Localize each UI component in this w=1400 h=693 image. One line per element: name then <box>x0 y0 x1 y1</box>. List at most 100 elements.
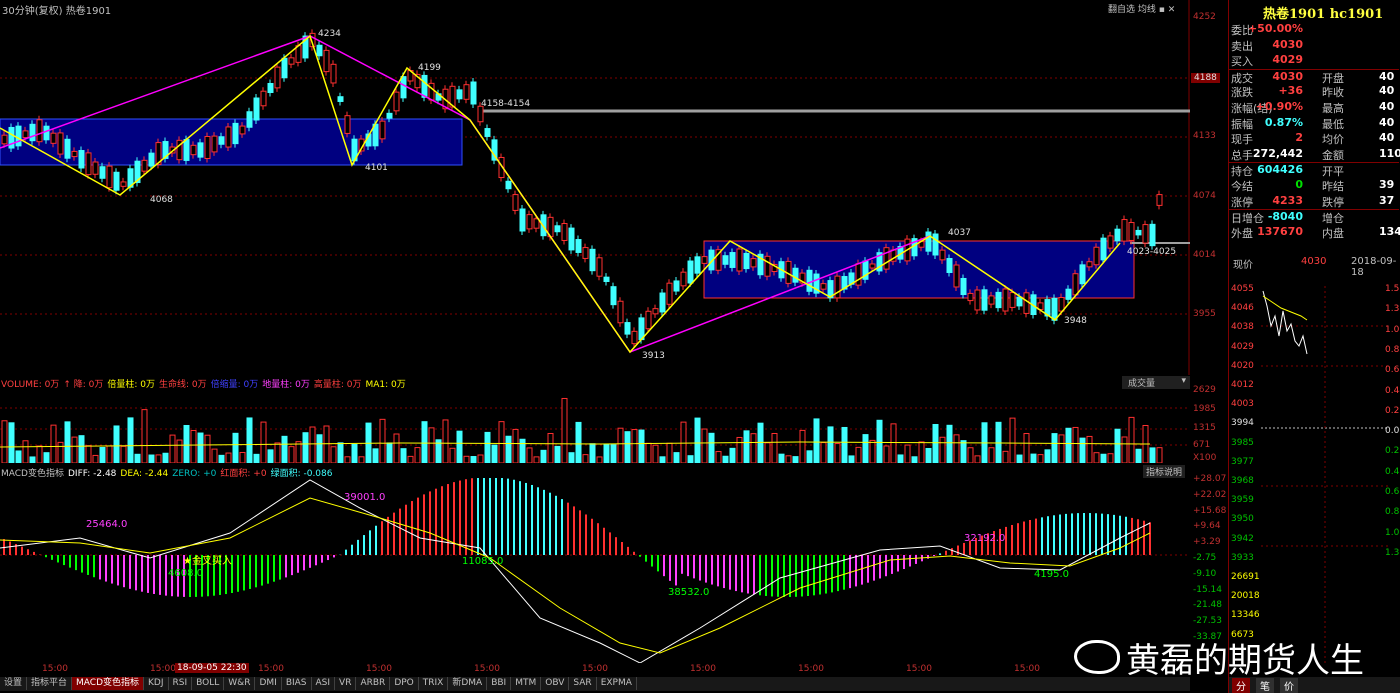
candle <box>274 66 281 89</box>
mini-right-tick: 0.21 <box>1385 446 1400 457</box>
tab-12[interactable]: DPO <box>390 677 419 690</box>
candle <box>680 271 687 287</box>
volume-bar <box>1065 427 1072 463</box>
macd-bar <box>315 555 317 566</box>
volume-bar <box>694 417 701 463</box>
chart-area[interactable]: 30分钟(复权) 热卷1901 翻自选 均线 ▪ ✕ 4234 4199 406… <box>0 0 1226 693</box>
weibo-logo-icon <box>1074 640 1120 674</box>
quote-row: 今结 0 昨结 39 <box>1229 178 1399 193</box>
candle <box>1086 261 1093 268</box>
mini-left-tick: 20018 <box>1231 591 1260 602</box>
price-chart[interactable] <box>0 0 1190 375</box>
tab-4[interactable]: RSI <box>169 677 193 690</box>
quote-key2: 昨结 <box>1322 180 1344 193</box>
volume-bar <box>547 432 554 463</box>
macd-bar <box>1137 519 1139 555</box>
volume-bar <box>582 454 589 463</box>
tab-9[interactable]: ASI <box>312 677 336 690</box>
vol-tick: 2629 <box>1193 385 1216 395</box>
macd-bar <box>87 555 89 575</box>
macd-bar <box>639 555 641 557</box>
volume-bar <box>729 447 736 463</box>
tab-5[interactable]: BOLL <box>192 677 225 690</box>
mini-chart[interactable] <box>1261 286 1389 666</box>
volume-bar <box>1023 433 1030 463</box>
candle <box>197 142 204 158</box>
tab-2[interactable]: MACD变色指标 <box>72 677 145 690</box>
candle <box>505 180 512 190</box>
tab-11[interactable]: ARBR <box>356 677 391 690</box>
quote-value: 4030 <box>1272 37 1303 51</box>
tab-7[interactable]: DMI <box>255 677 282 690</box>
macd-bar <box>117 555 119 586</box>
quote-value2: 40 <box>1379 115 1395 129</box>
tab-14[interactable]: 新DMA <box>448 677 488 690</box>
macd-bar <box>255 555 257 588</box>
mini-left-tick: 3994 <box>1231 418 1254 429</box>
quote-row: 现手 2 均价 40 <box>1229 131 1399 146</box>
candle <box>183 139 190 161</box>
candle <box>281 57 288 79</box>
macd-bar <box>1119 515 1121 555</box>
candle <box>85 152 92 176</box>
volume-bar <box>288 446 295 463</box>
candle <box>211 135 218 153</box>
macd-bar <box>381 521 383 555</box>
price-tick: 3955 <box>1193 309 1216 319</box>
tab-3[interactable]: KDJ <box>144 677 169 690</box>
candle <box>645 310 652 330</box>
macd-bar <box>1035 518 1037 555</box>
macd-anno-3: 4608.0 <box>168 568 203 579</box>
candle <box>484 128 491 137</box>
tab-0[interactable]: 设置 <box>0 677 28 690</box>
tab-8[interactable]: BIAS <box>282 677 312 690</box>
indicator-help-button[interactable]: 指标说明 <box>1143 465 1186 478</box>
time-tick: 15:00 <box>690 664 716 674</box>
macd-bar <box>291 555 293 576</box>
volume-bar <box>225 452 232 463</box>
macd-bar <box>369 530 371 555</box>
macd-anno-2: 39001.0 <box>344 492 386 503</box>
buy-signal-label: 金叉买入 <box>191 556 232 567</box>
candle <box>330 63 337 84</box>
candle <box>652 308 659 315</box>
candle <box>470 81 477 105</box>
candle <box>43 125 50 141</box>
mini-left-tick: 13346 <box>1231 610 1260 621</box>
volume-chart[interactable] <box>0 389 1190 463</box>
volume-dropdown[interactable]: 成交量 ▾ <box>1122 376 1190 389</box>
volume-bar <box>519 438 526 463</box>
tab-16[interactable]: MTM <box>511 677 542 690</box>
macd-bar <box>555 495 557 555</box>
macd-bar <box>681 555 683 574</box>
tab-1[interactable]: 指标平台 <box>27 677 73 690</box>
tab-10[interactable]: VR <box>335 677 357 690</box>
macd-bar <box>903 555 905 570</box>
macd-bar <box>135 555 137 591</box>
candle <box>1135 229 1142 236</box>
macd-bar <box>771 555 773 597</box>
mini-right-tick: 0.65 <box>1385 487 1400 497</box>
volume-bar <box>708 432 715 463</box>
macd-bar <box>1095 513 1097 555</box>
price-tick: 4252 <box>1193 12 1216 22</box>
candle <box>981 289 988 311</box>
tab-6[interactable]: W&R <box>224 677 256 690</box>
tab-13[interactable]: TRIX <box>419 677 449 690</box>
mini-right-tick: 0.44 <box>1385 385 1400 396</box>
tab-17[interactable]: OBV <box>541 677 570 690</box>
mini-left-tick: 3933 <box>1231 552 1254 563</box>
volume-bar <box>883 445 890 463</box>
candle <box>29 123 36 142</box>
macd-bar <box>51 555 53 560</box>
volume-bar <box>1072 426 1079 463</box>
volume-bar <box>456 430 463 463</box>
volume-bar <box>400 448 407 463</box>
candle <box>1 134 8 145</box>
volume-bar <box>414 447 421 463</box>
quote-key: 外盘 <box>1231 226 1253 240</box>
tab-18[interactable]: SAR <box>569 677 597 690</box>
macd-bar <box>159 555 161 595</box>
tab-19[interactable]: EXPMA <box>597 677 637 690</box>
tab-15[interactable]: BBI <box>487 677 512 690</box>
